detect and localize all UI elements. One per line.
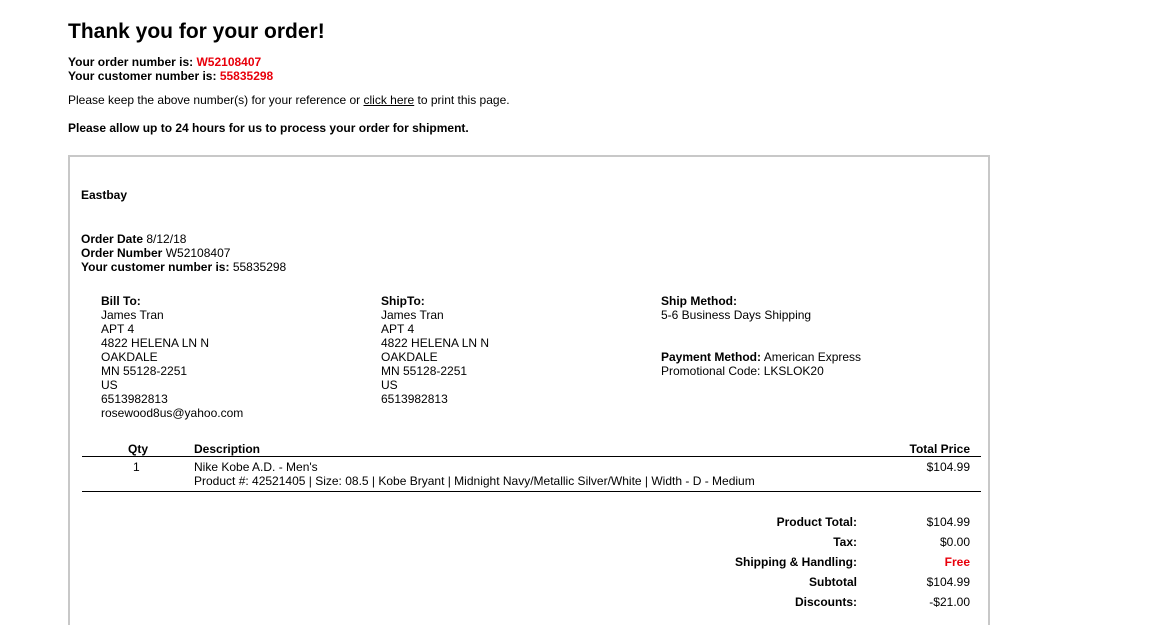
order-date-label: Order Date (81, 232, 144, 246)
discounts-label: Discounts: (794, 595, 857, 609)
customer-number-value: 55835298 (219, 69, 274, 83)
bill-to-line: 6513982813 (101, 392, 168, 406)
order-number-summary: Order Number W52108407 (81, 246, 230, 260)
reference-note: Please keep the above number(s) for your… (68, 93, 510, 107)
payment-method-value: American Express (763, 350, 862, 364)
product-total-value: $104.99 (926, 515, 970, 529)
promo-code-line: Promotional Code: LKSLOK20 (661, 364, 861, 378)
customer-number-line: Your customer number is: 55835298 (68, 69, 273, 83)
ship-method-label: Ship Method: (661, 294, 737, 308)
discounts-value: -$21.00 (929, 595, 970, 609)
item-price: $104.99 (926, 460, 970, 474)
reference-text-after: to print this page. (417, 93, 510, 107)
store-name: Eastbay (81, 188, 128, 202)
total-price-header: Total Price (909, 442, 970, 456)
receipt-customer-number-label: Your customer number is: (81, 260, 230, 274)
qty-header: Qty (128, 442, 149, 456)
shipping-handling-value: Free (944, 555, 970, 569)
receipt-order-number-label: Order Number (81, 246, 163, 260)
bill-to-block: Bill To: James Tran APT 4 4822 HELENA LN… (101, 294, 243, 420)
table-bottom-divider (82, 491, 981, 492)
bill-to-label: Bill To: (101, 294, 141, 308)
ship-to-line: MN 55128-2251 (381, 364, 468, 378)
item-details: Product #: 42521405 | Size: 08.5 | Kobe … (194, 474, 755, 488)
payment-method-label: Payment Method: (661, 350, 762, 364)
customer-number-label: Your customer number is: (68, 69, 217, 83)
item-name: Nike Kobe A.D. - Men's (194, 460, 318, 474)
ship-to-line: 6513982813 (381, 392, 448, 406)
ship-to-label: ShipTo: (381, 294, 425, 308)
order-date-line: Order Date 8/12/18 (81, 232, 186, 246)
ship-to-line: James Tran (381, 308, 444, 322)
order-number-line: Your order number is: W52108407 (68, 55, 261, 69)
bill-to-email: rosewood8us@yahoo.com (101, 406, 244, 420)
subtotal-label: Subtotal (809, 575, 857, 589)
promo-code-value: LKSLOK20 (763, 364, 824, 378)
receipt-customer-number-value: 55835298 (232, 260, 287, 274)
shipping-method-block: Ship Method: 5-6 Business Days Shipping (661, 294, 811, 322)
receipt-order-number-value: W52108407 (165, 246, 231, 260)
product-total-label: Product Total: (776, 515, 857, 529)
ship-to-line: US (381, 378, 398, 392)
bill-to-line: 4822 HELENA LN N (101, 336, 210, 350)
ship-to-line: APT 4 (381, 322, 415, 336)
tax-label: Tax: (833, 535, 857, 549)
promo-code-label: Promotional Code: (661, 364, 761, 378)
ship-to-line: OAKDALE (381, 350, 438, 364)
subtotal-value: $104.99 (926, 575, 970, 589)
payment-block: Payment Method: American Express Promoti… (661, 350, 861, 378)
tax-value: $0.00 (939, 535, 970, 549)
ship-to-block: ShipTo: James Tran APT 4 4822 HELENA LN … (381, 294, 489, 406)
ship-to-line: 4822 HELENA LN N (381, 336, 490, 350)
reference-text-before: Please keep the above number(s) for your… (68, 93, 361, 107)
payment-method-line: Payment Method: American Express (661, 350, 861, 364)
customer-number-summary: Your customer number is: 55835298 (81, 260, 286, 274)
order-receipt: Eastbay Order Date 8/12/18 Order Number … (68, 155, 990, 625)
bill-to-line: APT 4 (101, 322, 135, 336)
description-header: Description (194, 442, 261, 456)
order-date-value: 8/12/18 (146, 232, 187, 246)
processing-note: Please allow up to 24 hours for us to pr… (68, 121, 469, 135)
bill-to-line: US (101, 378, 118, 392)
ship-method-value: 5-6 Business Days Shipping (661, 308, 812, 322)
order-number-label: Your order number is: (68, 55, 194, 69)
print-page-link[interactable]: click here (364, 93, 415, 107)
table-header-divider (82, 456, 981, 457)
bill-to-line: James Tran (101, 308, 164, 322)
bill-to-line: OAKDALE (101, 350, 158, 364)
item-qty: 1 (133, 460, 140, 474)
bill-to-line: MN 55128-2251 (101, 364, 188, 378)
page-title: Thank you for your order! (68, 20, 325, 43)
shipping-handling-label: Shipping & Handling: (735, 555, 857, 569)
order-number-value: W52108407 (196, 55, 262, 69)
